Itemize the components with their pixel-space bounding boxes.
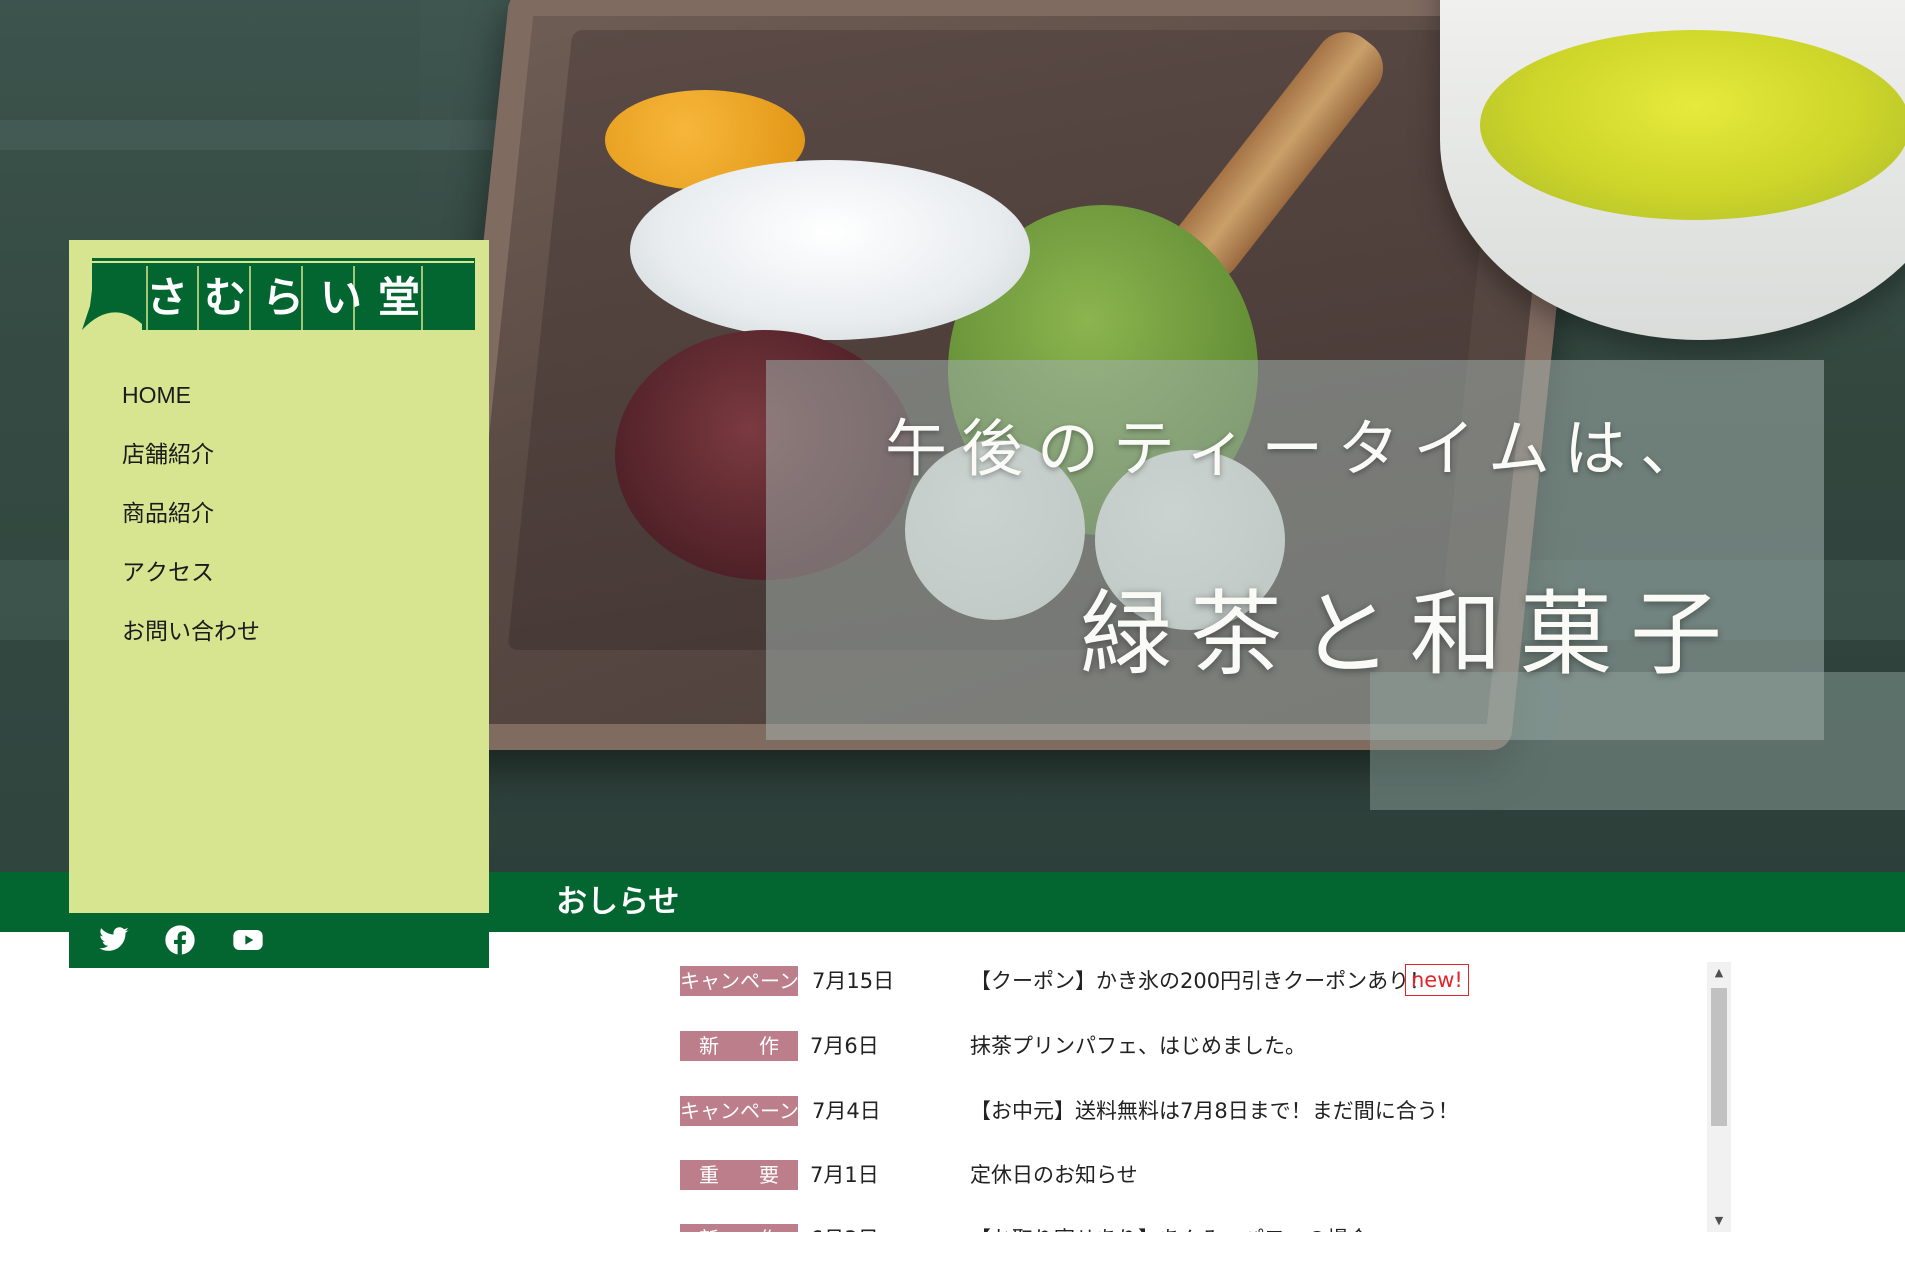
scroll-down-arrow-icon[interactable]: ▼ bbox=[1707, 1210, 1731, 1232]
notice-title: おしらせ bbox=[556, 884, 680, 920]
nav-item-contact[interactable]: お問い合わせ bbox=[122, 611, 260, 670]
youtube-icon[interactable] bbox=[232, 924, 264, 956]
news-title-link[interactable]: 【クーポン】かき氷の200円引きクーポンあり！ bbox=[970, 966, 1430, 996]
news-title-link[interactable]: 定休日のお知らせ bbox=[970, 1160, 1138, 1190]
news-category-tag: 重 要 bbox=[680, 1160, 798, 1190]
news-item[interactable]: 重 要 7月1日 定休日のお知らせ bbox=[680, 1156, 1700, 1200]
news-category-tag: キャンペーン bbox=[680, 966, 798, 996]
nav-item-store[interactable]: 店舗紹介 bbox=[122, 434, 260, 493]
news-category-tag: キャンペーン bbox=[680, 1096, 798, 1126]
news-category-tag: 新 作 bbox=[680, 1031, 798, 1061]
news-item[interactable]: キャンペーン 7月4日 【お中元】送料無料は7月8日まで！まだ間に合う！ bbox=[680, 1092, 1700, 1136]
hero-headline: 午後のティータイムは、 bbox=[885, 412, 1717, 485]
nav-item-products[interactable]: 商品紹介 bbox=[122, 493, 260, 552]
news-date: 7月15日 bbox=[812, 969, 895, 993]
news-title-link[interactable]: 【お中元】送料無料は7月8日まで！まだ間に合う！ bbox=[970, 1096, 1459, 1126]
facebook-icon[interactable] bbox=[164, 924, 196, 956]
news-item[interactable]: 新 作 6月3日 【お取り寄せあり】あんみつパフェの場合 bbox=[680, 1220, 1700, 1232]
news-date: 7月1日 bbox=[810, 1163, 879, 1187]
news-item[interactable]: 新 作 7月6日 抹茶プリンパフェ、はじめました。 bbox=[680, 1027, 1700, 1071]
scroll-up-arrow-icon[interactable]: ▲ bbox=[1707, 962, 1731, 984]
nav-item-home[interactable]: HOME bbox=[122, 375, 260, 434]
news-date: 7月4日 bbox=[812, 1099, 881, 1123]
whipped-cream bbox=[630, 160, 1030, 340]
new-badge: new! bbox=[1405, 964, 1469, 996]
scroll-thumb[interactable] bbox=[1711, 988, 1727, 1126]
news-date: 6月3日 bbox=[810, 1224, 879, 1232]
main-nav: HOME 店舗紹介 商品紹介 アクセス お問い合わせ bbox=[122, 375, 260, 670]
green-tea bbox=[1480, 30, 1905, 220]
news-date: 7月6日 bbox=[810, 1034, 879, 1058]
news-scrollbar[interactable]: ▲ ▼ bbox=[1707, 962, 1731, 1232]
twitter-icon[interactable] bbox=[98, 924, 130, 956]
hero-subheadline: 緑茶と和菓子 bbox=[1080, 581, 1741, 688]
news-title-link[interactable]: 【お取り寄せあり】あんみつパフェの場合 bbox=[970, 1224, 1369, 1232]
nav-item-access[interactable]: アクセス bbox=[122, 552, 260, 611]
news-category-tag: 新 作 bbox=[680, 1224, 798, 1232]
news-title-link[interactable]: 抹茶プリンパフェ、はじめました。 bbox=[970, 1031, 1306, 1061]
news-item[interactable]: キャンペーン 7月15日 【クーポン】かき氷の200円引きクーポンあり！ new… bbox=[680, 962, 1700, 1006]
social-bar bbox=[69, 913, 489, 968]
logo-text: さむらい堂 bbox=[146, 272, 437, 322]
news-list[interactable]: キャンペーン 7月15日 【クーポン】かき氷の200円引きクーポンあり！ new… bbox=[680, 962, 1710, 1232]
